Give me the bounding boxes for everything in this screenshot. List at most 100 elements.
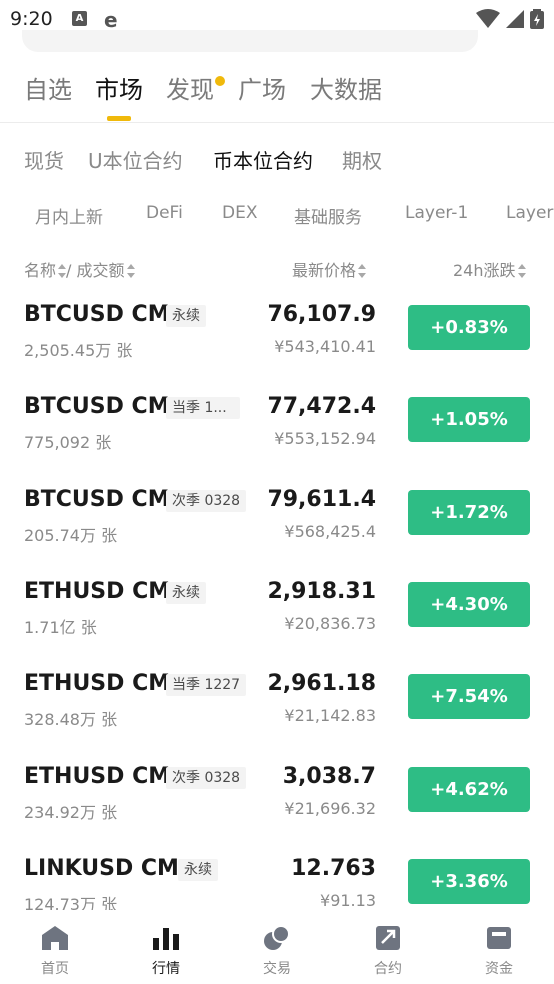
market-row[interactable]: BTCUSD CM 永续 2,505.45万 张 76,107.9 ¥543,4… [0,282,554,374]
row-price: 76,107.9 [267,302,376,327]
tab-market[interactable]: 市场 [95,70,143,105]
contract-type-tag: 永续 [166,305,206,327]
tab-square[interactable]: 广场 [238,70,286,105]
search-bar[interactable] [22,30,478,52]
row-symbol: ETHUSD CM [24,671,171,696]
row-cny-price: ¥91.13 [320,891,376,910]
category-new-this-month[interactable]: 月内上新 [35,203,103,228]
row-cny-price: ¥553,152.94 [274,429,376,448]
row-change-badge[interactable]: +7.54% [408,674,530,719]
row-cny-price: ¥568,425.4 [284,522,376,541]
subtab-coinm-futures[interactable]: 币本位合约 [213,145,313,174]
row-price: 12.763 [291,856,376,881]
row-price: 3,038.7 [282,764,376,789]
market-chart-icon [153,928,179,950]
subtab-spot[interactable]: 现货 [24,145,64,174]
active-tab-indicator [107,116,131,121]
nav-market[interactable]: 行情 [111,924,221,978]
row-cny-price: ¥21,696.32 [284,799,376,818]
nav-home-label: 首页 [41,961,69,977]
market-row[interactable]: BTCUSD CM 次季 0328 205.74万 张 79,611.4 ¥56… [0,467,554,559]
battery-icon [530,9,544,29]
row-volume: 205.74万 张 [24,526,118,545]
row-symbol: BTCUSD CM [24,302,170,327]
market-list: BTCUSD CM 永续 2,505.45万 张 76,107.9 ¥543,4… [0,282,554,910]
row-volume: 328.48万 张 [24,710,118,729]
status-time: 9:20 [10,8,53,30]
tab-discover[interactable]: 发现 [166,70,214,105]
column-name-label: 名称 [24,261,57,280]
column-name-volume[interactable]: 名称 / 成交额 [24,257,135,281]
row-change-badge[interactable]: +0.83% [408,305,530,350]
category-layer-2[interactable]: Layer [506,203,553,223]
row-symbol: ETHUSD CM [24,764,171,789]
category-infrastructure[interactable]: 基础服务 [294,203,362,228]
row-cny-price: ¥20,836.73 [284,614,376,633]
contract-type-tag: 次季 0328 [166,767,247,789]
contract-type-tag: 永续 [166,582,206,604]
category-dex[interactable]: DEX [222,203,257,223]
futures-icon [376,926,400,950]
column-volume-label: 成交额 [76,261,125,280]
tab-watchlist[interactable]: 自选 [24,70,72,105]
column-separator: / [66,261,72,280]
row-cny-price: ¥543,410.41 [274,337,376,356]
column-24h-change[interactable]: 24h涨跌 [453,257,526,281]
nav-futures-label: 合约 [374,961,402,977]
tabs-divider [0,122,554,123]
status-indicators [475,9,544,29]
row-symbol: BTCUSD CM [24,487,170,512]
market-row[interactable]: LINKUSD CM 永续 124.73万 张 12.763 ¥91.13 +3… [0,836,554,910]
row-change-badge[interactable]: +4.62% [408,767,530,812]
row-volume: 124.73万 张 [24,895,118,910]
notification-e-icon: e [104,8,118,32]
row-change-badge[interactable]: +3.36% [408,859,530,904]
row-change-badge[interactable]: +1.05% [408,397,530,442]
nav-futures[interactable]: 合约 [333,924,443,978]
contract-type-tag: 当季 1227 [166,674,247,696]
nav-trade[interactable]: 交易 [222,924,332,978]
row-volume: 1.71亿 张 [24,618,97,637]
tab-big-data[interactable]: 大数据 [310,70,382,105]
contract-type-tag: 永续 [178,859,218,881]
column-last-price[interactable]: 最新价格 [292,257,367,281]
column-change-label: 24h涨跌 [453,261,516,280]
subtab-options[interactable]: 期权 [342,145,382,174]
sort-icon [126,263,135,278]
market-row[interactable]: BTCUSD CM 当季 1... 775,092 张 77,472.4 ¥55… [0,374,554,466]
row-symbol: ETHUSD CM [24,579,171,604]
sort-icon [58,263,67,278]
wallet-icon [487,927,511,949]
sort-icon [358,263,367,278]
row-change-badge[interactable]: +1.72% [408,490,530,535]
trade-coins-icon [264,925,290,950]
wifi-icon [475,9,500,28]
main-tabs: 自选 市场 发现 广场 大数据 [0,70,554,121]
nav-home[interactable]: 首页 [0,924,110,978]
market-row[interactable]: ETHUSD CM 当季 1227 328.48万 张 2,961.18 ¥21… [0,651,554,743]
nav-wallet[interactable]: 资金 [444,924,554,978]
nav-market-label: 行情 [152,961,180,977]
discover-badge-dot [215,76,225,86]
notification-a-icon: A [72,11,87,26]
row-price: 2,961.18 [267,671,376,696]
column-last-price-label: 最新价格 [292,261,357,280]
market-row[interactable]: ETHUSD CM 次季 0328 234.92万 张 3,038.7 ¥21,… [0,744,554,836]
row-symbol: BTCUSD CM [24,394,170,419]
subtab-usdm-futures[interactable]: U本位合约 [88,145,183,174]
row-volume: 775,092 张 [24,433,112,452]
category-layer-1[interactable]: Layer-1 [405,203,468,223]
row-volume: 234.92万 张 [24,803,118,822]
category-defi[interactable]: DeFi [146,203,183,223]
contract-type-tag: 次季 0328 [166,490,247,512]
nav-wallet-label: 资金 [485,961,513,977]
row-symbol: LINKUSD CM [24,856,179,881]
contract-type-tag: 当季 1... [166,397,240,419]
home-icon [42,926,68,950]
row-price: 79,611.4 [267,487,376,512]
row-change-badge[interactable]: +4.30% [408,582,530,627]
bottom-nav: 首页 行情 交易 合约 资金 [0,910,554,984]
market-row[interactable]: ETHUSD CM 永续 1.71亿 张 2,918.31 ¥20,836.73… [0,559,554,651]
row-cny-price: ¥21,142.83 [284,706,376,725]
row-price: 2,918.31 [267,579,376,604]
